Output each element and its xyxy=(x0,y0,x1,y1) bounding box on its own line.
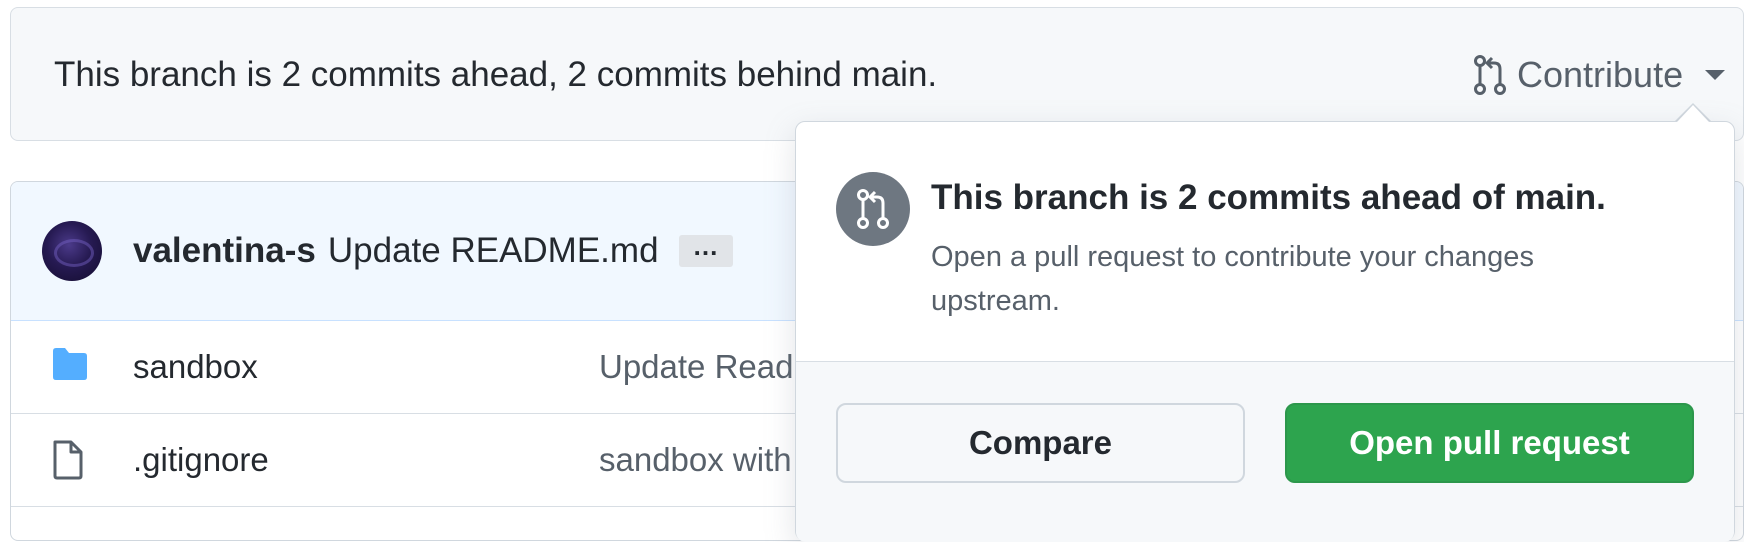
popover-arrow-fill xyxy=(1677,105,1709,122)
commit-expand-button[interactable]: … xyxy=(678,233,733,267)
file-commit-message-link[interactable]: sandbox with xyxy=(599,414,792,506)
popover-body: This branch is 2 commits ahead of main. … xyxy=(796,122,1734,361)
folder-icon xyxy=(51,347,89,386)
commit-author-link[interactable]: valentina-s xyxy=(133,182,316,320)
open-pull-request-button[interactable]: Open pull request xyxy=(1285,403,1694,483)
popover-title: This branch is 2 commits ahead of main. xyxy=(931,178,1606,217)
compare-button[interactable]: Compare xyxy=(836,403,1245,483)
contribute-popover: This branch is 2 commits ahead of main. … xyxy=(795,121,1735,542)
git-pull-request-icon xyxy=(836,172,910,246)
file-name-link[interactable]: sandbox xyxy=(133,321,258,413)
popover-actions: Compare Open pull request xyxy=(796,361,1734,542)
commit-summary: valentina-s Update README.md … xyxy=(133,182,733,320)
file-icon xyxy=(51,440,85,485)
avatar[interactable] xyxy=(42,221,102,281)
commit-message-link[interactable]: Update README.md xyxy=(328,182,659,320)
file-name-link[interactable]: .gitignore xyxy=(133,414,269,506)
git-pull-request-icon xyxy=(1473,55,1507,95)
triangle-down-icon xyxy=(1705,70,1726,80)
popover-description: Open a pull request to contribute your c… xyxy=(931,241,1534,317)
file-commit-message-link[interactable]: Update Read xyxy=(599,321,793,413)
contribute-label: Contribute xyxy=(1517,54,1684,95)
